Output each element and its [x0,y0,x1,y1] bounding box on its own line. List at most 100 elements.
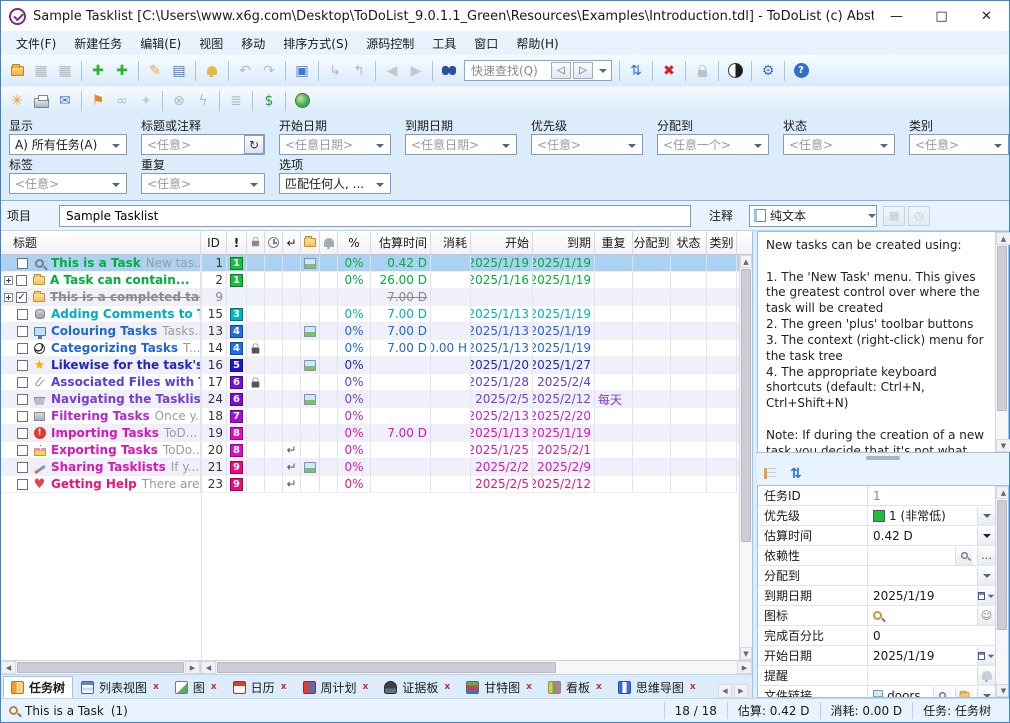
attribute-search-button[interactable] [955,547,973,565]
task-row[interactable]: Colouring TasksTasks...1340%7.00 D2025/1… [1,323,752,340]
flag-task-button[interactable]: ⚑ [86,89,110,112]
task-attributes-button[interactable]: ▤ [167,59,191,82]
attribute-row-task-id[interactable]: 任务ID1 [758,486,995,506]
column-header-due[interactable]: 到期 [533,231,595,254]
attribute-search-button[interactable] [933,687,951,699]
attribute-value[interactable]: 2025/1/19 [868,646,995,665]
scroll-down-arrow[interactable]: ▼ [996,439,1010,452]
tab-看板[interactable]: 看板x [540,676,610,698]
search-dropdown-arrow[interactable] [595,65,611,77]
quick-search-input[interactable]: 快速查找(Q) [465,62,551,79]
task-row[interactable]: Exporting TasksToDo...208↵0%2025/1/25202… [1,442,752,459]
task-checkbox[interactable] [17,411,28,422]
attribute-value[interactable]: 2025/1/19 [868,586,995,605]
new-subtask-button[interactable]: ✚ [110,59,134,82]
tree-vertical-scrollbar[interactable]: ▲ ▼ [739,255,752,660]
attribute-ellipsis-button[interactable]: … [977,547,995,565]
new-from-template-button[interactable]: ✳ [5,89,29,112]
task-row[interactable]: Categorizing TasksT...1440%7.00 D0.00 H2… [1,340,752,357]
project-input[interactable] [59,205,691,227]
tab-思维导图[interactable]: 思维导图x [610,676,704,698]
attribute-value[interactable]: ☺ [868,606,995,625]
attribute-value[interactable]: doors.jpg [868,686,995,698]
task-checkbox[interactable] [17,445,28,456]
task-checkbox[interactable] [17,258,28,269]
reminder-bell-button[interactable] [200,59,224,82]
scroll-up-arrow[interactable]: ▲ [996,232,1010,245]
donate-button[interactable]: $ [257,89,281,112]
column-header-start[interactable]: 开始 [471,231,533,254]
toggle-theme-button[interactable] [723,59,747,82]
task-row[interactable]: Navigating the Tasklist2460%2025/2/52025… [1,391,752,408]
menu-item-6[interactable]: 源码控制 [357,32,423,55]
tab-日历[interactable]: 日历x [225,676,295,698]
tab-close-icon[interactable]: x [690,682,696,692]
attribute-folder-button[interactable] [955,687,973,699]
scroll-right-arrow[interactable]: ▶ [737,661,752,674]
attribute-bell-button[interactable] [977,667,995,685]
scroll-right-arrow[interactable]: ▶ [185,661,200,674]
task-checkbox[interactable] [17,377,28,388]
task-checkbox[interactable] [17,428,28,439]
expand-icon[interactable] [4,293,13,302]
attribute-row-estimated-time[interactable]: 估算时间0.42 D [758,526,995,546]
task-checkbox[interactable] [17,309,28,320]
sort-button[interactable]: ⇅ [624,59,648,82]
attribute-smiley-button[interactable]: ☺ [977,607,995,625]
tree-horizontal-scrollbar[interactable]: ◀ ▶ ◀ ▶ [1,660,752,674]
scroll-down-arrow[interactable]: ▼ [996,684,1009,697]
tab-列表视图[interactable]: 列表视图x [73,676,167,698]
task-row[interactable]: ♥Getting HelpThere are...239↵0%2025/2/52… [1,476,752,493]
column-header-id[interactable]: ID [201,231,227,254]
attribute-row-icon[interactable]: 图标☺ [758,606,995,626]
menu-item-8[interactable]: 窗口 [465,32,507,55]
tab-close-icon[interactable]: x [211,682,217,692]
attribute-combo-button[interactable] [977,507,995,525]
search-next-button[interactable]: ▷ [573,62,593,79]
menu-item-7[interactable]: 工具 [423,32,465,55]
filter-refresh-button[interactable]: ↻ [244,135,264,154]
comments-date-button[interactable]: ▦ [883,206,905,226]
column-header-bell[interactable] [320,231,338,254]
tab-scroll-left[interactable]: ◀ [718,684,732,698]
attribute-row-file-link[interactable]: 文件链接doors.jpg [758,686,995,698]
attribute-scrollbar[interactable]: ▲ ▼ [995,486,1008,697]
open-tasklist-button[interactable] [5,59,29,82]
tab-图[interactable]: 图x [167,676,225,698]
menu-item-3[interactable]: 视图 [190,32,232,55]
filter-select-开始日期[interactable]: <任意日期> [279,134,391,155]
task-row[interactable]: Adding Comments to T...1530%7.00 D2025/1… [1,306,752,323]
attribute-value[interactable] [868,566,995,585]
task-checkbox[interactable]: ✓ [16,292,27,303]
close-button[interactable]: ✕ [964,2,1009,31]
table-header[interactable]: 标题ID!↵%估算时间消耗开始到期重复分配到状态类别 [1,231,752,255]
filter-select-选项[interactable]: 匹配任何人, ... [279,173,391,194]
attribute-row-assigned-to[interactable]: 分配到 [758,566,995,586]
web-button[interactable] [290,89,314,112]
task-row[interactable]: !Importing TasksToD...1980%7.00 D2025/1/… [1,425,752,442]
filter-select-重复[interactable]: <任意> [141,173,265,194]
print-button[interactable] [29,89,53,112]
tab-任务树[interactable]: 任务树 [3,676,73,698]
tab-close-icon[interactable]: x [444,682,450,692]
filter-select-分配到[interactable]: <任意一个> [657,134,769,155]
task-row[interactable]: This is a TaskNew tas...110%0.42 D2025/1… [1,255,752,272]
filter-select-标题或注释[interactable]: <任意>↻ [141,134,265,155]
task-row[interactable]: ✓This is a completed task97.00 D [1,289,752,306]
column-header-title[interactable]: 标题 [1,231,201,254]
attribute-group-button[interactable] [761,465,779,483]
comments-format-select[interactable]: 纯文本 [749,205,877,227]
attribute-combo-button[interactable] [977,567,995,585]
column-header-repeat[interactable]: 重复 [595,231,633,254]
menu-item-9[interactable]: 帮助(H) [507,32,567,55]
task-checkbox[interactable] [17,394,28,405]
filter-select-类别[interactable]: <任意> [909,134,1009,155]
column-header-est[interactable]: 估算时间 [371,231,431,254]
tab-close-icon[interactable]: x [363,682,369,692]
column-header-pct[interactable]: % [338,231,371,254]
task-checkbox[interactable] [17,479,28,490]
attribute-row-percent-done[interactable]: 完成百分比0 [758,626,995,646]
column-header-cat[interactable]: 类别 [707,231,737,254]
tab-scroll-right[interactable]: ▶ [734,684,748,698]
task-checkbox[interactable] [16,275,27,286]
